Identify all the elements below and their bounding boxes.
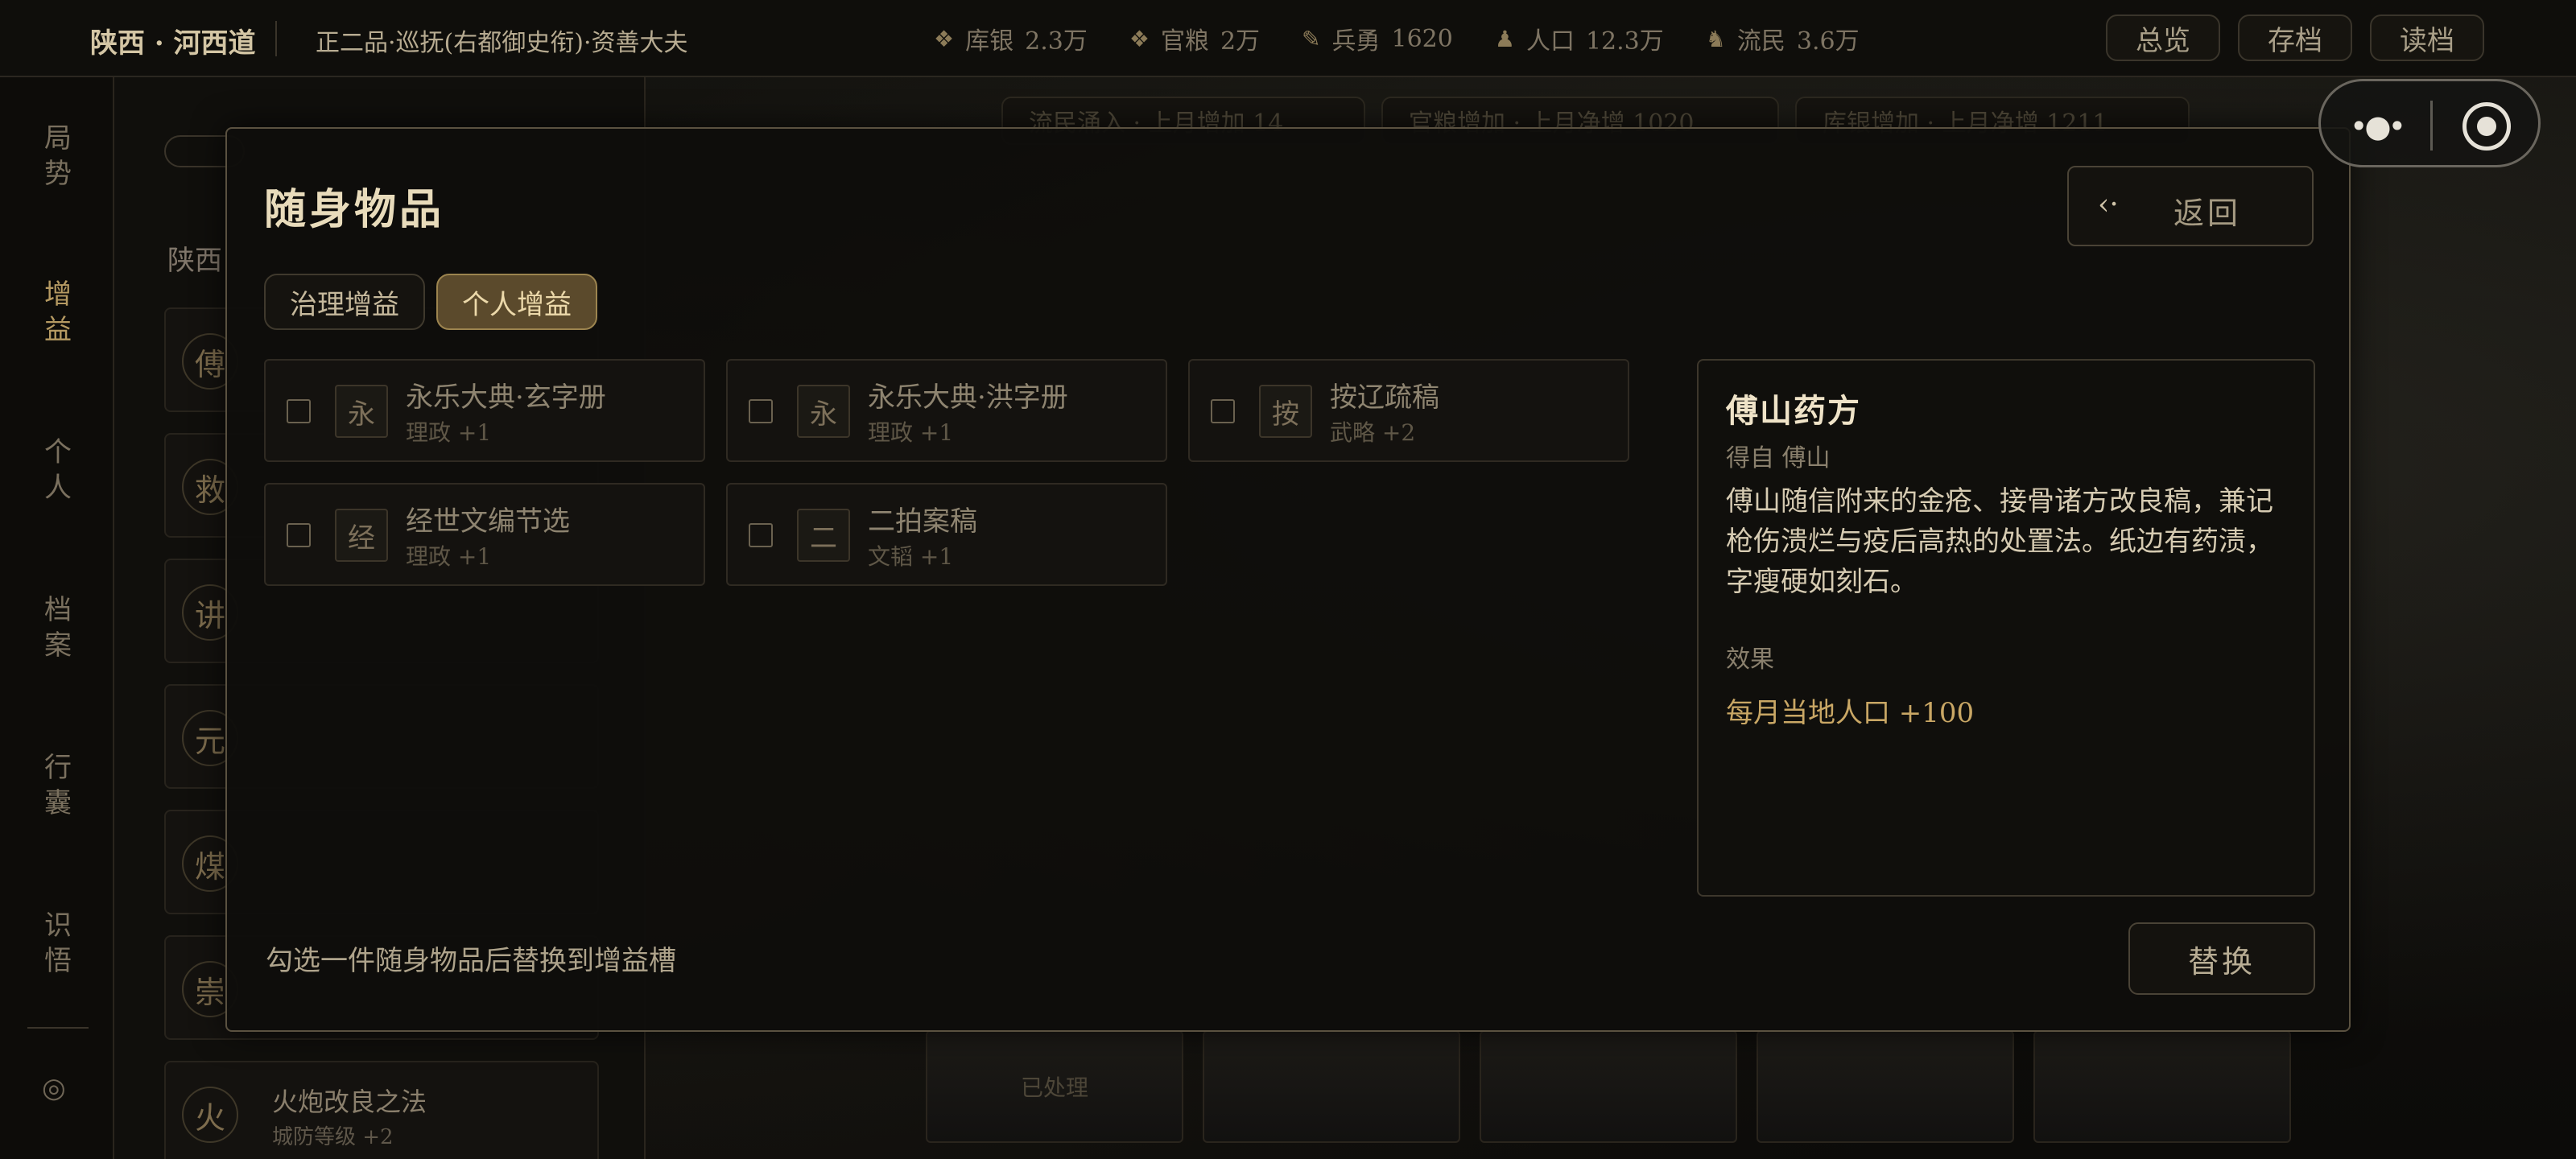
region-title: 陕西 · 河西道 (90, 27, 256, 60)
item-effect: 理政 +1 (868, 419, 954, 446)
inventory-item[interactable]: 经 经世文编节选 理政 +1 (264, 483, 705, 586)
stat-soldiers: ✎ 兵勇 1620 (1302, 24, 1453, 56)
inventory-item[interactable]: 二 二拍案稿 文韬 +1 (726, 483, 1167, 586)
rail-item-personal[interactable]: 个人 (40, 435, 76, 505)
refugee-icon: ♞ (1705, 25, 1726, 52)
grain-sack-icon: ❖ (1129, 25, 1150, 52)
settings-icon[interactable]: ◎ (42, 1072, 66, 1104)
item-name: 永乐大典·洪字册 (868, 382, 1068, 414)
item-checkbox[interactable] (287, 399, 311, 423)
item-checkbox[interactable] (749, 523, 773, 547)
more-options-icon[interactable]: •●• (2350, 109, 2406, 144)
stat-refugees: ♞ 流民 3.6万 (1705, 25, 1860, 56)
soldier-spear-icon: ✎ (1302, 25, 1321, 52)
rail-item-buffs[interactable]: 增益 (40, 277, 76, 348)
tab-personal-buff[interactable]: 个人增益 (436, 274, 597, 330)
item-glyph: 按 (1259, 385, 1312, 438)
item-glyph: 二 (797, 509, 850, 562)
item-effect: 理政 +1 (406, 543, 492, 570)
item-name: 二拍案稿 (868, 505, 977, 538)
rail-item-archive[interactable]: 档案 (40, 592, 76, 663)
event-thumbnail[interactable] (1757, 1030, 2014, 1143)
detail-effect: 每月当地人口 +100 (1726, 697, 1975, 729)
event-thumbnail[interactable] (1480, 1030, 1737, 1143)
population-icon: ♟ (1494, 25, 1515, 52)
inventory-item[interactable]: 按 按辽疏稿 武略 +2 (1188, 359, 1629, 462)
divider (2430, 101, 2433, 151)
detail-effect-label: 效果 (1726, 645, 1774, 674)
item-glyph: 经 (335, 509, 388, 562)
save-button[interactable]: 存档 (2238, 14, 2352, 61)
event-thumbnail[interactable]: 已处理 (926, 1030, 1183, 1143)
item-checkbox[interactable] (1211, 399, 1235, 423)
back-button[interactable]: ‹· 返回 (2067, 166, 2314, 246)
instruction-hint: 勾选一件随身物品后替换到增益槽 (266, 945, 676, 977)
close-target-icon[interactable] (2462, 102, 2511, 151)
stat-silver: ❖ 库银 2.3万 (934, 25, 1088, 56)
rail-item-insight[interactable]: 识悟 (40, 908, 76, 979)
item-effect: 理政 +1 (406, 419, 492, 446)
event-thumbnail[interactable] (2033, 1030, 2291, 1143)
tab-governance-buff[interactable]: 治理增益 (264, 274, 425, 330)
stat-population: ♟ 人口 12.3万 (1494, 25, 1664, 56)
detail-description: 傅山随信附来的金疮、接骨诸方改良稿，兼记枪伤溃烂与疫后高热的处置法。纸边有药渍，… (1726, 485, 2273, 598)
item-glyph: 永 (335, 385, 388, 438)
resource-stats: ❖ 库银 2.3万 ❖ 官粮 2万 ✎ 兵勇 1620 ♟ 人口 12.3万 ♞ 流民 3.6万 (934, 21, 1860, 56)
divider (275, 21, 277, 56)
item-checkbox[interactable] (287, 523, 311, 547)
detail-item-name: 傅山药方 (1726, 392, 1861, 430)
stat-grain: ❖ 官粮 2万 (1129, 25, 1261, 56)
list-item[interactable]: 火 火炮改良之法 城防等级 +2 (164, 1061, 599, 1159)
item-checkbox[interactable] (749, 399, 773, 423)
inventory-item[interactable]: 永 永乐大典·玄字册 理政 +1 (264, 359, 705, 462)
back-arrow-icon: ‹· (2098, 188, 2119, 221)
inventory-item[interactable]: 永 永乐大典·洪字册 理政 +1 (726, 359, 1167, 462)
item-effect: 文韬 +1 (868, 543, 954, 570)
top-bar: 陕西 · 河西道 正二品·巡抚(右都御史衔)·资善大夫 ❖ 库银 2.3万 ❖ 官粮 2… (0, 0, 2576, 77)
item-effect: 武略 +2 (1330, 419, 1416, 446)
inventory-modal: 随身物品 ‹· 返回 治理增益 个人增益 永 永乐大典·玄字册 理政 +1 永 … (225, 127, 2351, 1032)
detail-source: 得自 傅山 (1726, 444, 1831, 472)
rail-item-baggage[interactable]: 行囊 (40, 750, 76, 821)
rail-item-situation[interactable]: 局势 (40, 121, 76, 192)
load-button[interactable]: 读档 (2370, 14, 2484, 61)
event-thumbnail[interactable] (1203, 1030, 1460, 1143)
silver-coins-icon: ❖ (934, 25, 955, 52)
item-glyph: 永 (797, 385, 850, 438)
item-name: 按辽疏稿 (1330, 382, 1439, 414)
item-name: 经世文编节选 (406, 505, 570, 538)
item-name: 永乐大典·玄字册 (406, 382, 606, 414)
left-nav-rail: 局势 增益 个人 档案 行囊 识悟 ◎ (0, 77, 114, 1159)
official-rank: 正二品·巡抚(右都御史衔)·资善大夫 (316, 29, 688, 57)
mini-program-capsule: •●• (2318, 79, 2541, 167)
divider (27, 1027, 89, 1029)
item-detail-panel: 傅山药方 得自 傅山 傅山随信附来的金疮、接骨诸方改良稿，兼记枪伤溃烂与疫后高热… (1697, 359, 2315, 897)
replace-button[interactable]: 替换 (2128, 922, 2315, 995)
modal-title: 随身物品 (264, 185, 445, 234)
list-title: 陕西 (167, 245, 222, 277)
overview-button[interactable]: 总览 (2106, 14, 2220, 61)
